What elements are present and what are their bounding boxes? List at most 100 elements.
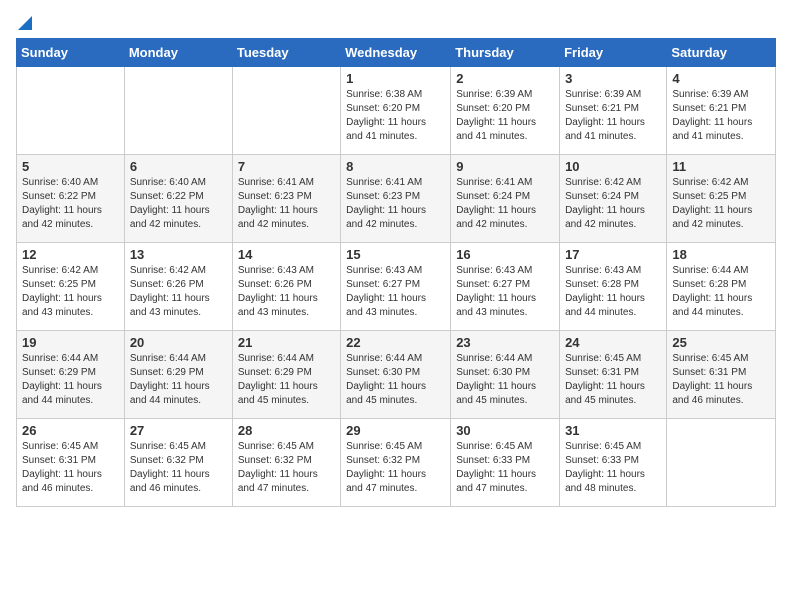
calendar-cell: 20 Sunrise: 6:44 AM Sunset: 6:29 PM Dayli…	[124, 331, 232, 419]
page-header	[16, 16, 776, 28]
calendar-cell: 22 Sunrise: 6:44 AM Sunset: 6:30 PM Dayli…	[341, 331, 451, 419]
day-header-tuesday: Tuesday	[232, 39, 340, 67]
calendar-cell: 9 Sunrise: 6:41 AM Sunset: 6:24 PM Daylig…	[451, 155, 560, 243]
day-number: 13	[130, 247, 227, 262]
day-info: Sunrise: 6:44 AM Sunset: 6:29 PM Dayligh…	[238, 352, 335, 408]
day-info: Sunrise: 6:45 AM Sunset: 6:33 PM Dayligh…	[565, 440, 661, 496]
calendar-cell: 2 Sunrise: 6:39 AM Sunset: 6:20 PM Daylig…	[451, 67, 560, 155]
calendar-cell: 31 Sunrise: 6:45 AM Sunset: 6:33 PM Dayli…	[560, 419, 667, 507]
calendar-cell: 10 Sunrise: 6:42 AM Sunset: 6:24 PM Dayli…	[560, 155, 667, 243]
calendar-cell: 17 Sunrise: 6:43 AM Sunset: 6:28 PM Dayli…	[560, 243, 667, 331]
calendar-cell: 29 Sunrise: 6:45 AM Sunset: 6:32 PM Dayli…	[341, 419, 451, 507]
day-number: 29	[346, 423, 445, 438]
day-number: 24	[565, 335, 661, 350]
day-number: 26	[22, 423, 119, 438]
day-number: 12	[22, 247, 119, 262]
day-info: Sunrise: 6:39 AM Sunset: 6:21 PM Dayligh…	[565, 88, 661, 144]
calendar-cell: 24 Sunrise: 6:45 AM Sunset: 6:31 PM Dayli…	[560, 331, 667, 419]
calendar-cell: 8Sunrise: 6:41 AM Sunset: 6:23 PM Daylig…	[341, 155, 451, 243]
day-info: Sunrise: 6:41 AM Sunset: 6:23 PM Dayligh…	[238, 176, 335, 232]
day-info: Sunrise: 6:44 AM Sunset: 6:29 PM Dayligh…	[130, 352, 227, 408]
logo-triangle-icon	[18, 16, 32, 30]
day-number: 9	[456, 159, 554, 174]
calendar-week-row: 26Sunrise: 6:45 AM Sunset: 6:31 PM Dayli…	[17, 419, 776, 507]
day-info: Sunrise: 6:42 AM Sunset: 6:26 PM Dayligh…	[130, 264, 227, 320]
day-number: 30	[456, 423, 554, 438]
day-number: 5	[22, 159, 119, 174]
day-number: 20	[130, 335, 227, 350]
calendar-cell	[232, 67, 340, 155]
day-number: 10	[565, 159, 661, 174]
calendar-week-row: 19 Sunrise: 6:44 AM Sunset: 6:29 PM Dayli…	[17, 331, 776, 419]
day-header-saturday: Saturday	[667, 39, 776, 67]
calendar-cell: 23 Sunrise: 6:44 AM Sunset: 6:30 PM Dayli…	[451, 331, 560, 419]
day-number: 22	[346, 335, 445, 350]
day-info: Sunrise: 6:40 AM Sunset: 6:22 PM Dayligh…	[22, 176, 119, 232]
day-header-sunday: Sunday	[17, 39, 125, 67]
day-number: 4	[672, 71, 770, 86]
day-number: 17	[565, 247, 661, 262]
day-number: 25	[672, 335, 770, 350]
calendar-cell: 3 Sunrise: 6:39 AM Sunset: 6:21 PM Daylig…	[560, 67, 667, 155]
day-info: Sunrise: 6:45 AM Sunset: 6:33 PM Dayligh…	[456, 440, 554, 496]
day-info: Sunrise: 6:39 AM Sunset: 6:21 PM Dayligh…	[672, 88, 770, 144]
calendar-week-row: 12 Sunrise: 6:42 AM Sunset: 6:25 PM Dayli…	[17, 243, 776, 331]
calendar-cell: 26Sunrise: 6:45 AM Sunset: 6:31 PM Dayli…	[17, 419, 125, 507]
calendar-cell: 1 Sunrise: 6:38 AM Sunset: 6:20 PM Daylig…	[341, 67, 451, 155]
day-number: 1	[346, 71, 445, 86]
calendar-cell: 11Sunrise: 6:42 AM Sunset: 6:25 PM Dayli…	[667, 155, 776, 243]
calendar-cell	[124, 67, 232, 155]
calendar-cell: 7 Sunrise: 6:41 AM Sunset: 6:23 PM Daylig…	[232, 155, 340, 243]
calendar-week-row: 1 Sunrise: 6:38 AM Sunset: 6:20 PM Daylig…	[17, 67, 776, 155]
day-info: Sunrise: 6:42 AM Sunset: 6:24 PM Dayligh…	[565, 176, 661, 232]
day-info: Sunrise: 6:43 AM Sunset: 6:27 PM Dayligh…	[346, 264, 445, 320]
day-info: Sunrise: 6:45 AM Sunset: 6:31 PM Dayligh…	[565, 352, 661, 408]
day-number: 18	[672, 247, 770, 262]
calendar-cell: 28 Sunrise: 6:45 AM Sunset: 6:32 PM Dayli…	[232, 419, 340, 507]
day-info: Sunrise: 6:44 AM Sunset: 6:30 PM Dayligh…	[346, 352, 445, 408]
calendar-cell: 30 Sunrise: 6:45 AM Sunset: 6:33 PM Dayli…	[451, 419, 560, 507]
day-info: Sunrise: 6:38 AM Sunset: 6:20 PM Dayligh…	[346, 88, 445, 144]
day-number: 2	[456, 71, 554, 86]
day-number: 28	[238, 423, 335, 438]
calendar-cell: 15Sunrise: 6:43 AM Sunset: 6:27 PM Dayli…	[341, 243, 451, 331]
day-header-thursday: Thursday	[451, 39, 560, 67]
day-header-friday: Friday	[560, 39, 667, 67]
calendar-cell: 12 Sunrise: 6:42 AM Sunset: 6:25 PM Dayli…	[17, 243, 125, 331]
day-info: Sunrise: 6:44 AM Sunset: 6:30 PM Dayligh…	[456, 352, 554, 408]
day-info: Sunrise: 6:45 AM Sunset: 6:32 PM Dayligh…	[346, 440, 445, 496]
day-number: 6	[130, 159, 227, 174]
day-number: 14	[238, 247, 335, 262]
day-number: 3	[565, 71, 661, 86]
day-info: Sunrise: 6:45 AM Sunset: 6:32 PM Dayligh…	[130, 440, 227, 496]
day-info: Sunrise: 6:43 AM Sunset: 6:28 PM Dayligh…	[565, 264, 661, 320]
calendar-cell: 5 Sunrise: 6:40 AM Sunset: 6:22 PM Daylig…	[17, 155, 125, 243]
day-info: Sunrise: 6:42 AM Sunset: 6:25 PM Dayligh…	[672, 176, 770, 232]
calendar-cell: 14 Sunrise: 6:43 AM Sunset: 6:26 PM Dayli…	[232, 243, 340, 331]
calendar-week-row: 5 Sunrise: 6:40 AM Sunset: 6:22 PM Daylig…	[17, 155, 776, 243]
day-info: Sunrise: 6:44 AM Sunset: 6:28 PM Dayligh…	[672, 264, 770, 320]
calendar-cell: 27 Sunrise: 6:45 AM Sunset: 6:32 PM Dayli…	[124, 419, 232, 507]
day-header-monday: Monday	[124, 39, 232, 67]
day-number: 7	[238, 159, 335, 174]
day-number: 19	[22, 335, 119, 350]
day-info: Sunrise: 6:43 AM Sunset: 6:27 PM Dayligh…	[456, 264, 554, 320]
day-number: 8	[346, 159, 445, 174]
day-info: Sunrise: 6:44 AM Sunset: 6:29 PM Dayligh…	[22, 352, 119, 408]
day-number: 23	[456, 335, 554, 350]
day-info: Sunrise: 6:45 AM Sunset: 6:32 PM Dayligh…	[238, 440, 335, 496]
calendar-table: SundayMondayTuesdayWednesdayThursdayFrid…	[16, 38, 776, 507]
day-info: Sunrise: 6:45 AM Sunset: 6:31 PM Dayligh…	[672, 352, 770, 408]
day-info: Sunrise: 6:42 AM Sunset: 6:25 PM Dayligh…	[22, 264, 119, 320]
day-info: Sunrise: 6:39 AM Sunset: 6:20 PM Dayligh…	[456, 88, 554, 144]
day-info: Sunrise: 6:41 AM Sunset: 6:24 PM Dayligh…	[456, 176, 554, 232]
day-number: 27	[130, 423, 227, 438]
calendar-cell: 4 Sunrise: 6:39 AM Sunset: 6:21 PM Daylig…	[667, 67, 776, 155]
day-header-wednesday: Wednesday	[341, 39, 451, 67]
calendar-cell: 13 Sunrise: 6:42 AM Sunset: 6:26 PM Dayli…	[124, 243, 232, 331]
logo	[16, 16, 32, 28]
calendar-cell: 21 Sunrise: 6:44 AM Sunset: 6:29 PM Dayli…	[232, 331, 340, 419]
day-info: Sunrise: 6:43 AM Sunset: 6:26 PM Dayligh…	[238, 264, 335, 320]
day-number: 31	[565, 423, 661, 438]
day-number: 21	[238, 335, 335, 350]
